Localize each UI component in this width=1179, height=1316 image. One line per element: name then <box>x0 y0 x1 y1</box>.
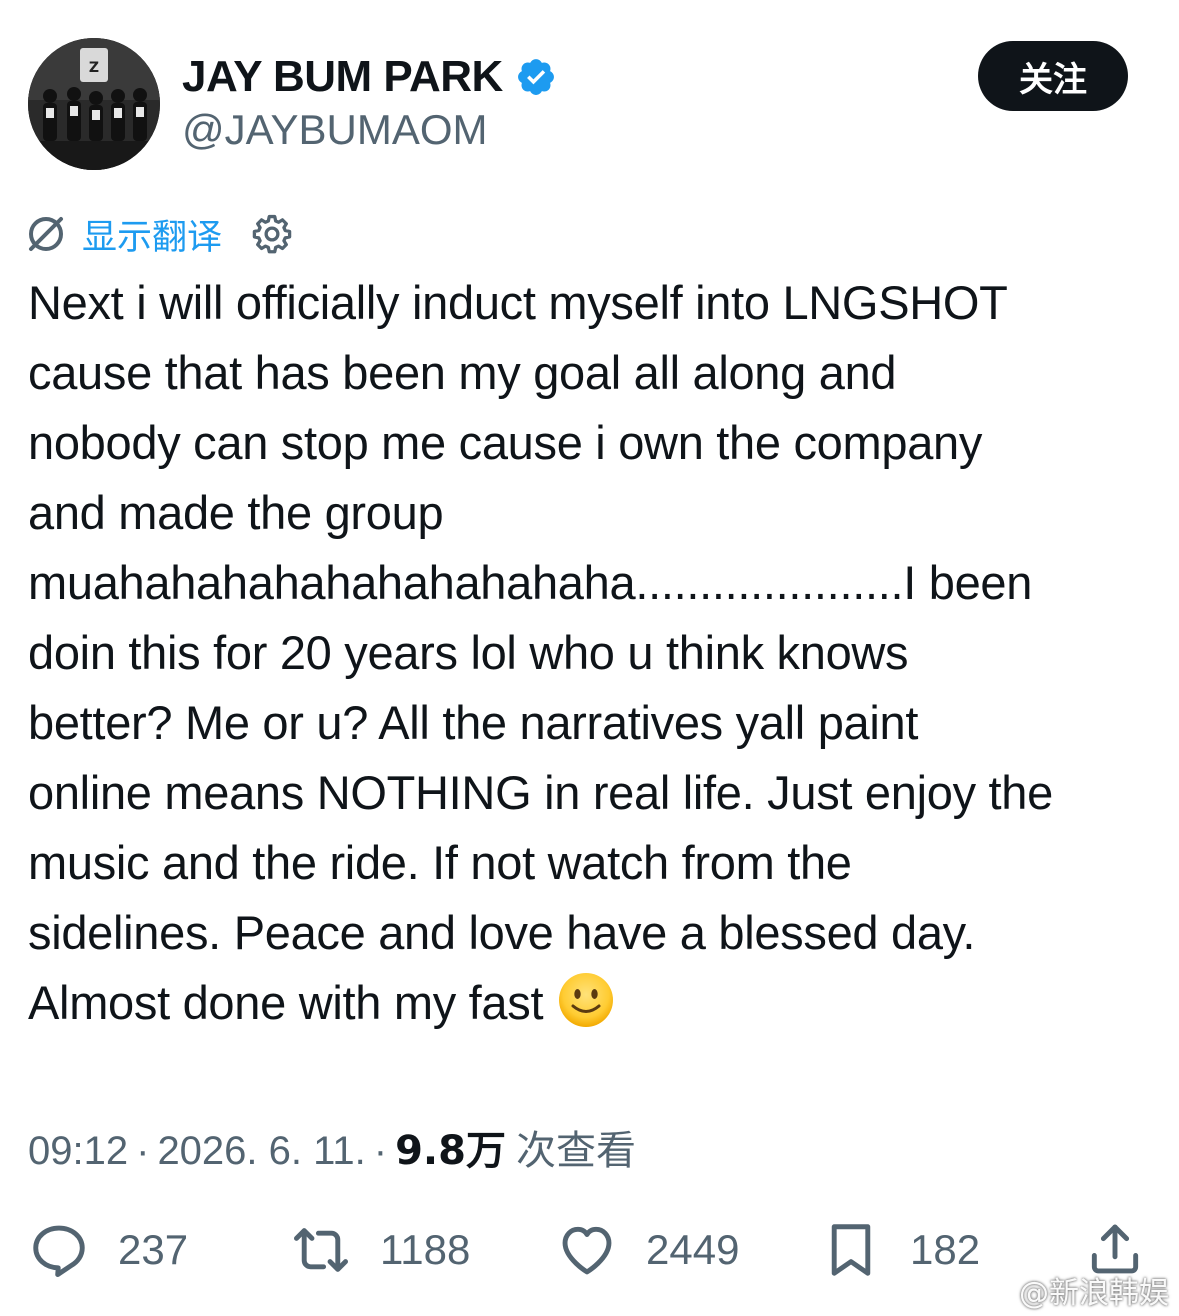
translate-row: 显示翻译 <box>26 210 294 258</box>
gear-icon[interactable] <box>250 212 294 256</box>
tweet-line: cause that has been my goal all along an… <box>28 346 897 399</box>
tweet-line: music and the ride. If not watch from th… <box>28 836 852 889</box>
author-handle[interactable]: @JAYBUMAOM <box>182 106 488 154</box>
heart-icon <box>562 1226 612 1275</box>
meta-separator: · <box>373 1129 388 1173</box>
like-count: 2449 <box>646 1226 740 1273</box>
tweet-line-text: Almost done with my fast <box>28 976 544 1029</box>
views-label: 次查看 <box>515 1128 636 1174</box>
tweet-line: doin this for 20 years lol who u think k… <box>28 626 909 679</box>
tweet-line: and made the group <box>28 486 444 539</box>
tweet-last-line: Almost done with my fast <box>28 968 1158 1038</box>
reply-button[interactable]: 237 <box>28 1218 188 1282</box>
svg-text:Z: Z <box>89 60 99 76</box>
show-translation-link[interactable]: 显示翻译 <box>82 209 222 260</box>
group-photo-avatar-icon: Z <box>28 38 160 170</box>
tweet-line: better? Me or u? All the narratives yall… <box>28 696 919 749</box>
weibo-logo-icon <box>976 1276 1013 1306</box>
slightly-smiling-face-icon <box>557 971 615 1029</box>
reply-count: 237 <box>118 1226 189 1273</box>
bookmark-button[interactable]: 182 <box>820 1218 980 1282</box>
bookmark-count: 182 <box>910 1226 981 1273</box>
repost-count: 1188 <box>380 1226 471 1273</box>
tweet-line: online means NOTHING in real life. Just … <box>28 766 1053 819</box>
watermark-text: @新浪韩娱 <box>1019 1276 1169 1311</box>
like-button[interactable]: 2449 <box>556 1218 739 1282</box>
tweet-date[interactable]: 2026. 6. 11. <box>157 1129 365 1174</box>
tweet-line: sidelines. Peace and love have a blessed… <box>28 906 976 959</box>
author-display-name[interactable]: JAY BUM PARK <box>182 52 557 102</box>
repost-button[interactable]: 1188 <box>290 1218 470 1282</box>
tweet-text: Next i will officially induct myself int… <box>28 268 1158 1038</box>
author-avatar[interactable]: Z <box>28 38 160 170</box>
follow-button[interactable]: 关注 <box>978 41 1128 111</box>
tweet-meta: 09:12 · 2026. 6. 11. · 9.8万 次查看 <box>28 1118 636 1176</box>
translate-icon <box>26 214 66 254</box>
repost-icon <box>294 1228 348 1272</box>
bookmark-icon <box>831 1224 871 1276</box>
tweet-line: Next i will officially induct myself int… <box>28 276 1008 329</box>
meta-separator: · <box>136 1129 150 1173</box>
tweet-line: nobody can stop me cause i own the compa… <box>28 416 983 469</box>
verified-badge-icon <box>515 56 557 98</box>
tweet-time[interactable]: 09:12 <box>28 1129 128 1174</box>
reply-icon <box>33 1225 85 1277</box>
tweet-line: muahahahahahahahahahaha.................… <box>28 556 1033 609</box>
views-count: 9.8万 <box>395 1128 506 1174</box>
display-name-text: JAY BUM PARK <box>182 52 503 101</box>
watermark: @新浪韩娱 <box>975 1268 1169 1312</box>
